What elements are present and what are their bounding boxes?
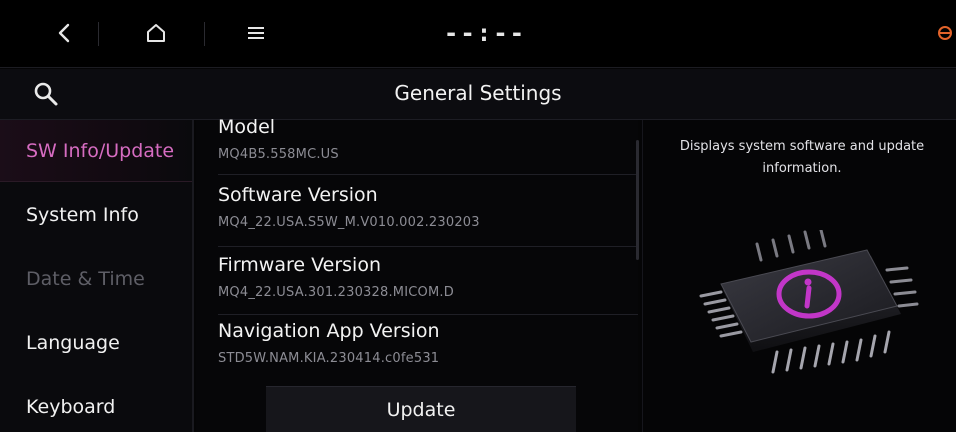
clock: --:--: [443, 19, 527, 47]
update-button[interactable]: Update: [266, 386, 576, 432]
list-item-title: Firmware Version: [218, 254, 381, 276]
divider: [0, 67, 956, 68]
divider: [192, 120, 194, 432]
no-signal-icon: [938, 26, 952, 40]
divider: [204, 22, 205, 46]
divider: [218, 246, 638, 247]
list-item-value: MQ4_22.USA.301.230328.MICOM.D: [218, 285, 454, 300]
screen: --:-- General Settings SW Info/Update Sy…: [0, 0, 956, 432]
list-item-title: Model: [218, 116, 276, 138]
info-panel: Displays system software and update info…: [643, 120, 956, 432]
list-item-value: MQ4_22.USA.S5W_M.V010.002.230203: [218, 215, 480, 230]
sidebar-item-language[interactable]: Language: [0, 312, 192, 374]
info-description: Displays system software and update info…: [679, 139, 925, 176]
list-item-title: Software Version: [218, 184, 378, 206]
list-item-value: MQ4B5.558MC.US: [218, 147, 339, 162]
divider: [218, 314, 638, 315]
list-item-navigation-app-version: Navigation App Version STD5W.NAM.KIA.230…: [218, 320, 636, 390]
sidebar-item-system-info[interactable]: System Info: [0, 184, 192, 246]
scrollbar[interactable]: [636, 140, 639, 260]
status-bar: --:--: [0, 0, 956, 68]
sidebar: SW Info/Update System Info Date & Time L…: [0, 120, 192, 432]
divider: [98, 22, 99, 46]
sidebar-item-sw-info-update[interactable]: SW Info/Update: [0, 120, 192, 182]
settings-list: Model MQ4B5.558MC.US Software Version MQ…: [196, 116, 638, 432]
home-button[interactable]: [136, 16, 176, 50]
status-indicator: [934, 16, 956, 50]
sidebar-item-keyboard[interactable]: Keyboard: [0, 376, 192, 432]
list-item-value: STD5W.NAM.KIA.230414.c0fe531: [218, 351, 440, 366]
list-item-title: Navigation App Version: [218, 320, 440, 342]
divider: [218, 174, 638, 175]
chevron-left-icon: [58, 23, 70, 43]
back-button[interactable]: [44, 16, 84, 50]
list-item-software-version: Software Version MQ4_22.USA.S5W_M.V010.0…: [218, 184, 636, 254]
sidebar-item-date-time: Date & Time: [26, 268, 145, 290]
hamburger-menu-icon: [248, 27, 264, 39]
home-icon: [147, 24, 165, 42]
list-item-model: Model MQ4B5.558MC.US: [218, 116, 636, 186]
menu-button[interactable]: [236, 16, 276, 50]
page-title: General Settings: [394, 81, 562, 105]
header: General Settings: [0, 69, 956, 120]
chip-info-icon: [699, 230, 919, 374]
